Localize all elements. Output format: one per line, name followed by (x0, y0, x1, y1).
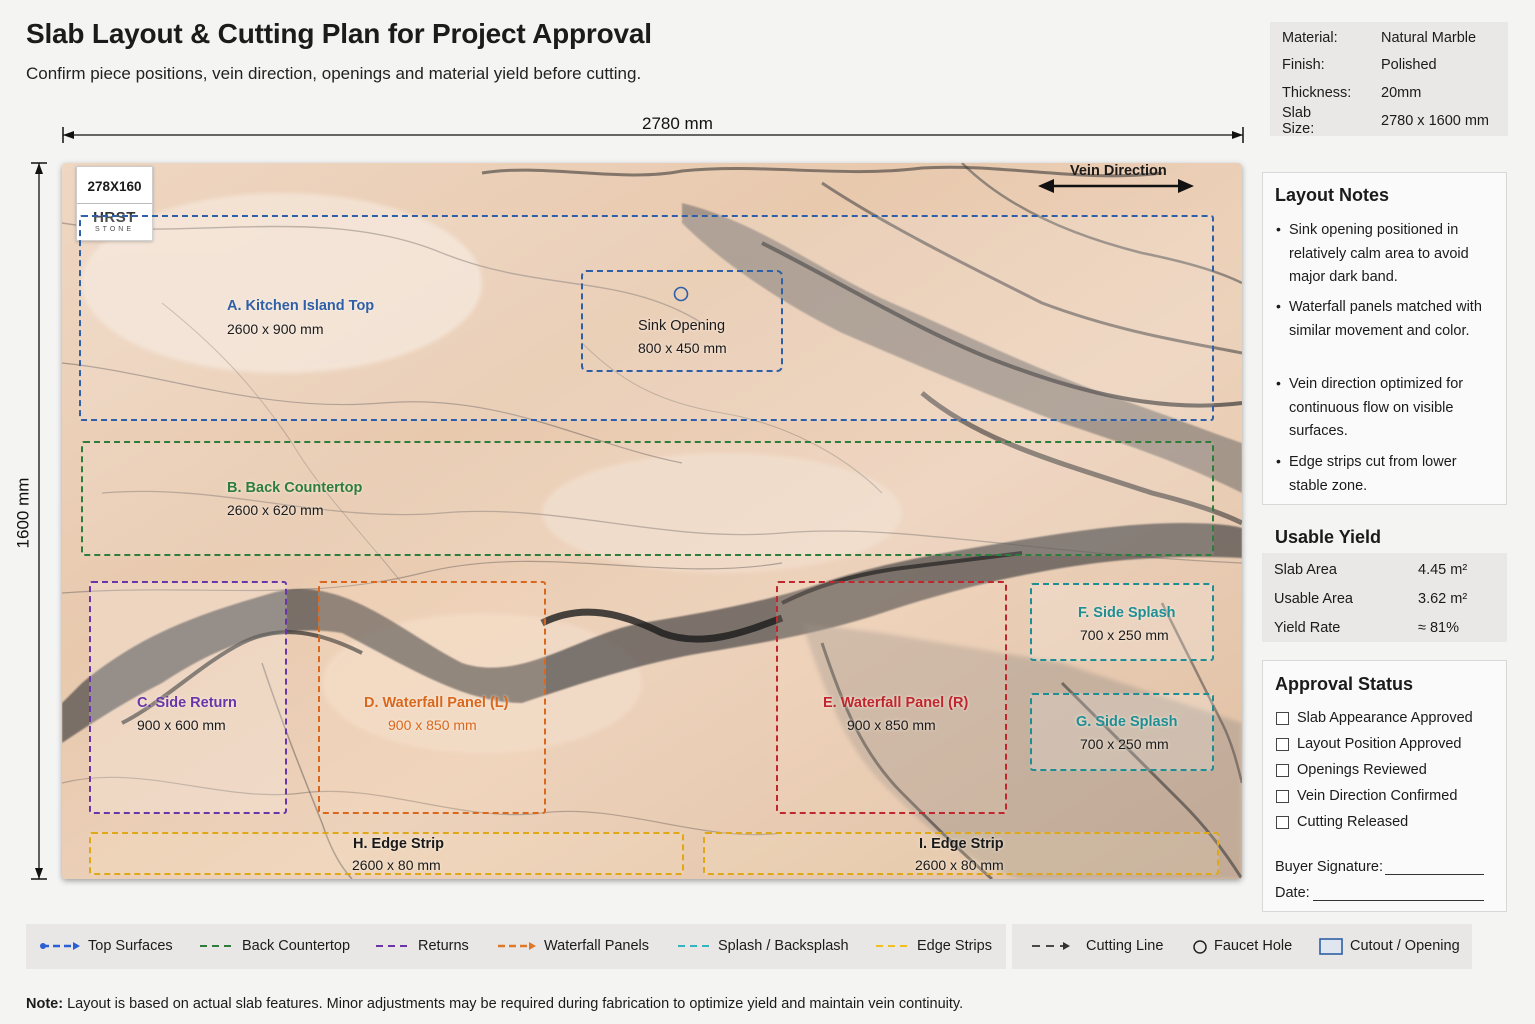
page-subtitle: Confirm piece positions, vein direction,… (26, 64, 642, 83)
bullet-icon: • (1276, 221, 1281, 237)
piece-c-title: C. Side Return (137, 695, 237, 711)
yield-label: Yield Rate (1274, 620, 1341, 636)
piece-b-title: B. Back Countertop (227, 480, 363, 496)
piece-d-dimensions: 900 x 850 mm (388, 717, 477, 733)
yield-label: Usable Area (1274, 591, 1353, 607)
piece-i-title: I. Edge Strip (919, 836, 1004, 852)
marble-slab: 278X160 HRST STONE Vein Direction A. Kit… (62, 163, 1242, 879)
legend-label: Waterfall Panels (544, 938, 650, 954)
splash-line-icon (678, 945, 712, 947)
checkbox-layout-position[interactable] (1276, 738, 1289, 751)
piece-b-back-countertop[interactable] (81, 441, 1214, 556)
piece-f-title: F. Side Splash (1078, 605, 1176, 621)
footer-note: Note: Layout is based on actual slab fea… (26, 996, 963, 1012)
top-surfaces-line-icon (40, 942, 80, 950)
checkbox-label: Vein Direction Confirmed (1297, 788, 1458, 804)
piece-c-dimensions: 900 x 600 mm (137, 717, 226, 733)
checkbox-openings-reviewed[interactable] (1276, 764, 1289, 777)
piece-h-dimensions: 2600 x 80 mm (352, 857, 441, 873)
edge-strips-line-icon (876, 945, 910, 947)
spec-label: Thickness: (1282, 84, 1352, 101)
spec-value: 20mm (1381, 84, 1422, 101)
piece-b-dimensions: 2600 x 620 mm (227, 502, 324, 518)
legend-label: Splash / Backsplash (718, 938, 849, 954)
yield-label: Slab Area (1274, 562, 1337, 578)
piece-e-dimensions: 900 x 850 mm (847, 717, 936, 733)
faucet-hole-icon (673, 286, 689, 302)
approval-status-title: Approval Status (1275, 674, 1414, 694)
checkbox-vein-direction[interactable] (1276, 790, 1289, 803)
checkbox-label: Layout Position Approved (1297, 736, 1462, 752)
spec-value: Natural Marble (1381, 29, 1477, 46)
width-dimension-label: 2780 mm (640, 114, 715, 134)
layout-note-item: Vein direction optimized for continuous … (1289, 376, 1464, 439)
bullet-icon: • (1276, 453, 1281, 469)
approval-status-panel: Approval Status Slab Appearance Approved… (1262, 660, 1507, 912)
legend-label: Returns (418, 938, 469, 954)
layout-note-item: Waterfall panels matched with similar mo… (1289, 299, 1482, 339)
usable-yield-title: Usable Yield (1275, 527, 1382, 547)
usable-yield-table: Slab Area 4.45 m² Usable Area 3.62 m² Yi… (1262, 553, 1507, 642)
checkbox-label: Cutting Released (1297, 814, 1409, 830)
cutting-line-icon (1032, 942, 1070, 950)
yield-value: 3.62 m² (1418, 591, 1468, 607)
spec-label: Finish: (1282, 56, 1325, 73)
height-dimension-label: 1600 mm (13, 475, 34, 551)
piece-g-side-splash[interactable] (1030, 693, 1214, 771)
vein-direction-arrow-icon (1038, 179, 1194, 193)
layout-notes-title: Layout Notes (1275, 185, 1390, 205)
badge-divider (77, 203, 152, 204)
piece-i-dimensions: 2600 x 80 mm (915, 857, 1004, 873)
spec-value: 2780 x 1600 mm (1381, 112, 1490, 129)
piece-a-title: A. Kitchen Island Top (227, 298, 375, 314)
layout-note-item: Sink opening positioned in relatively ca… (1289, 222, 1469, 285)
yield-value: ≈ 81% (1418, 620, 1460, 636)
buyer-signature-label: Buyer Signature: (1275, 859, 1384, 875)
cutout-opening-icon (1319, 938, 1343, 955)
returns-line-icon (376, 945, 410, 947)
page-title: Slab Layout & Cutting Plan for Project A… (26, 18, 652, 49)
checkbox-label: Openings Reviewed (1297, 762, 1427, 778)
piece-a-dimensions: 2600 x 900 mm (227, 321, 324, 337)
bullet-icon: • (1276, 375, 1281, 391)
piece-e-title: E. Waterfall Panel (R) (823, 695, 969, 711)
legend-label: Faucet Hole (1214, 938, 1293, 954)
layout-notes-panel: Layout Notes • Sink opening positioned i… (1262, 172, 1507, 505)
checkbox-cutting-released[interactable] (1276, 816, 1289, 829)
spec-label: Slab Size: (1282, 104, 1315, 137)
faucet-hole-legend-icon (1193, 940, 1207, 954)
slab-size-code: 278X160 (87, 179, 142, 194)
legend-label: Edge Strips (917, 938, 992, 954)
piece-f-side-splash[interactable] (1030, 583, 1214, 661)
piece-d-title: D. Waterfall Panel (L) (364, 695, 509, 711)
date-label: Date: (1275, 885, 1310, 901)
waterfall-panels-line-icon (498, 942, 536, 950)
buyer-signature-field[interactable] (1385, 874, 1484, 875)
back-countertop-line-icon (200, 945, 234, 947)
legend-label: Cutout / Opening (1350, 938, 1460, 954)
piece-g-title: G. Side Splash (1076, 714, 1178, 730)
layout-note-item: Edge strips cut from lower stable zone. (1289, 454, 1457, 494)
legend-pieces: Top Surfaces Back Countertop Returns Wat… (26, 924, 1006, 969)
footer-note-text: Layout is based on actual slab features.… (63, 996, 964, 1012)
piece-g-dimensions: 700 x 250 mm (1080, 736, 1169, 752)
spec-table: Material: Natural Marble Finish: Polished … (1270, 22, 1508, 137)
checkbox-slab-appearance[interactable] (1276, 712, 1289, 725)
checkbox-label: Slab Appearance Approved (1297, 710, 1473, 726)
legend-label: Top Surfaces (88, 938, 173, 954)
legend-symbols: Cutting Line Faucet Hole Cutout / Openin… (1012, 924, 1472, 969)
footer-note-prefix: Note: (26, 996, 64, 1012)
spec-label: Material: (1282, 29, 1338, 46)
date-field[interactable] (1313, 900, 1484, 901)
bullet-icon: • (1276, 298, 1281, 314)
piece-h-title: H. Edge Strip (353, 836, 445, 852)
legend-label: Cutting Line (1086, 938, 1164, 954)
yield-value: 4.45 m² (1418, 562, 1468, 578)
legend-label: Back Countertop (242, 938, 351, 954)
sink-opening-title: Sink Opening (638, 318, 726, 334)
spec-value: Polished (1381, 56, 1437, 73)
sink-opening-dimensions: 800 x 450 mm (638, 340, 727, 356)
piece-f-dimensions: 700 x 250 mm (1080, 627, 1169, 643)
